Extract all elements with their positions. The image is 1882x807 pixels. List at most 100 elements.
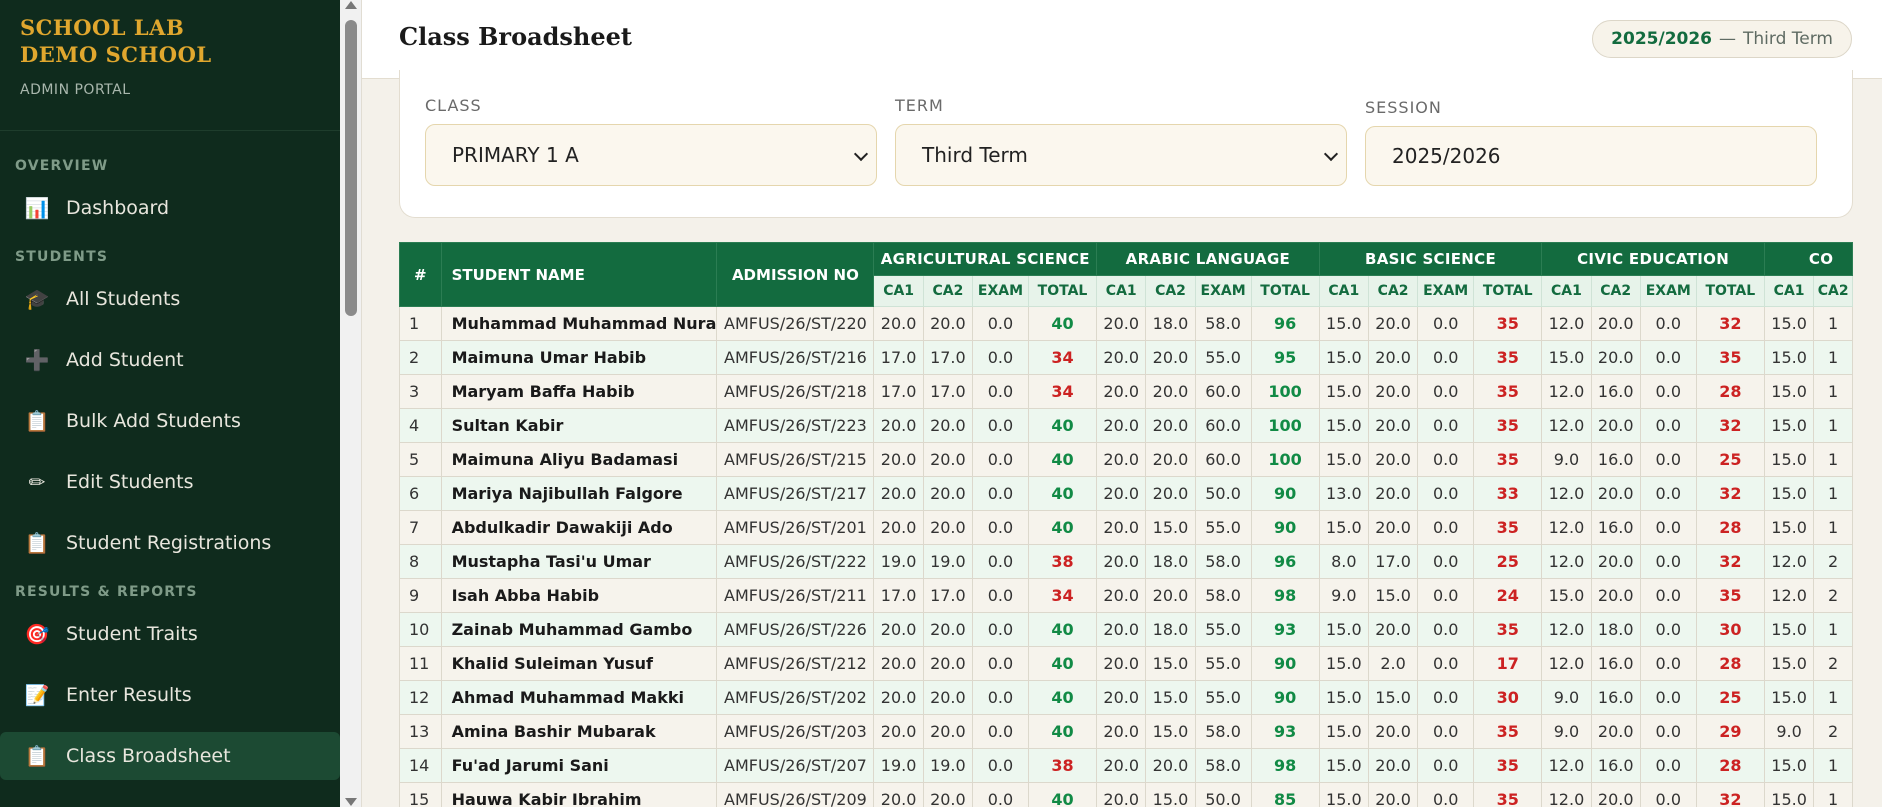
score-cell: 55.0 [1194,612,1252,647]
scroll-down-icon[interactable] [345,798,357,806]
score-cell: 12.0 [1541,476,1592,511]
total-cell: 35 [1473,340,1543,375]
sidebar-item-class-broadsheet[interactable]: 📋 Class Broadsheet [0,732,340,780]
table-row[interactable]: 7 Abdulkadir Dawakiji Ado AMFUS/26/ST/201 2… [399,510,1853,545]
sidebar-item-bulk-add-students[interactable]: 📋 Bulk Add Students [0,397,340,445]
sidebar-nav: OVERVIEW 📊 Dashboard STUDENTS 🎓 All Students ➕… [0,155,340,780]
score-cell: 0.0 [1639,578,1697,613]
score-cell: 19.0 [873,544,924,579]
row-number: 2 [399,340,442,375]
score-cell: 0.0 [1417,374,1475,409]
student-name: Muhammad Muhammad Nura [440,306,718,341]
score-cell: 0.0 [1417,578,1475,613]
total-cell: 35 [1473,714,1543,749]
table-row[interactable]: 13 Amina Bashir Mubarak AMFUS/26/ST/203 20.… [399,714,1853,749]
table-row[interactable]: 5 Maimuna Aliyu Badamasi AMFUS/26/ST/215 20… [399,442,1853,477]
page-scrollbar[interactable] [340,0,362,807]
score-cell: 20.0 [1096,782,1147,807]
table-row[interactable]: 14 Fu'ad Jarumi Sani AMFUS/26/ST/207 19.0 19… [399,748,1853,783]
score-cell: 1 [1813,476,1853,511]
score-cell: 12.0 [1541,374,1592,409]
table-row[interactable]: 12 Ahmad Muhammad Makki AMFUS/26/ST/202 20.… [399,680,1853,715]
table-row[interactable]: 8 Mustapha Tasi'u Umar AMFUS/26/ST/222 19.0… [399,544,1853,579]
sidebar-item-dashboard[interactable]: 📊 Dashboard [0,184,340,232]
total-cell: 28 [1695,510,1765,545]
term-filter-label: TERM [895,96,944,115]
session-input[interactable]: 2025/2026 [1365,126,1817,186]
score-cell: 0.0 [1417,306,1475,341]
score-subheader: CA1 [1541,275,1592,307]
total-cell: 35 [1473,510,1543,545]
sidebar-item-edit-students[interactable]: ✏ Edit Students [0,458,340,506]
index-header[interactable]: # [399,242,442,307]
table-row[interactable]: 9 Isah Abba Habib AMFUS/26/ST/211 17.0 17.0 0… [399,578,1853,613]
score-cell: 15.0 [1318,408,1369,443]
sidebar-item-enter-results[interactable]: 📝 Enter Results [0,671,340,719]
scroll-up-icon[interactable] [345,1,357,9]
score-cell: 1 [1813,782,1853,807]
class-select[interactable]: PRIMARY 1 A [425,124,877,186]
table-row[interactable]: 4 Sultan Kabir AMFUS/26/ST/223 20.0 20.0 0.0 4… [399,408,1853,443]
score-cell: 12.0 [1763,544,1815,579]
student-name: Maimuna Aliyu Badamasi [440,442,718,477]
scroll-thumb[interactable] [345,20,357,316]
table-row[interactable]: 1 Muhammad Muhammad Nura AMFUS/26/ST/220 20… [399,306,1853,341]
score-cell: 58.0 [1194,714,1252,749]
term-filter: TERM Third Term [895,96,1347,186]
student-name: Zainab Muhammad Gambo [440,612,718,647]
score-cell: 0.0 [1417,408,1475,443]
score-cell: 20.0 [873,646,924,681]
table-row[interactable]: 2 Maimuna Umar Habib AMFUS/26/ST/216 17.0 17… [399,340,1853,375]
student-name-header[interactable]: STUDENT NAME [440,242,718,307]
score-cell: 12.0 [1541,646,1592,681]
score-cell: 15.0 [1318,510,1369,545]
total-cell: 90 [1250,680,1320,715]
total-cell: 98 [1250,578,1320,613]
table-row[interactable]: 10 Zainab Muhammad Gambo AMFUS/26/ST/226 20… [399,612,1853,647]
score-cell: 0.0 [1417,714,1475,749]
score-cell: 15.0 [1763,510,1815,545]
score-cell: 15.0 [1763,408,1815,443]
score-cell: 20.0 [1096,714,1147,749]
student-name: Abdulkadir Dawakiji Ado [440,510,718,545]
score-cell: 20.0 [873,442,924,477]
score-cell: 1 [1813,408,1853,443]
score-cell: 20.0 [922,612,974,647]
page-title: Class Broadsheet [399,22,633,51]
score-cell: 16.0 [1590,442,1641,477]
score-cell: 20.0 [1145,408,1196,443]
score-cell: 2 [1813,578,1853,613]
student-name: Amina Bashir Mubarak [440,714,718,749]
total-cell: 25 [1695,680,1765,715]
broadsheet-table-wrap[interactable]: # STUDENT NAME ADMISSION NO AGRICULTURAL SC… [399,242,1853,807]
total-cell: 98 [1250,748,1320,783]
score-cell: 15.0 [1763,374,1815,409]
total-cell: 100 [1250,374,1320,409]
table-row[interactable]: 3 Maryam Baffa Habib AMFUS/26/ST/218 17.0 17… [399,374,1853,409]
sidebar-item-all-students[interactable]: 🎓 All Students [0,275,340,323]
table-row[interactable]: 11 Khalid Suleiman Yusuf AMFUS/26/ST/212 20… [399,646,1853,681]
total-cell: 35 [1473,612,1543,647]
score-cell: 1 [1813,510,1853,545]
sidebar-item-label: Enter Results [66,684,192,706]
score-cell: 20.0 [873,306,924,341]
score-cell: 50.0 [1194,476,1252,511]
score-cell: 20.0 [873,782,924,807]
table-row[interactable]: 6 Mariya Najibullah Falgore AMFUS/26/ST/21… [399,476,1853,511]
school-name-line1: SCHOOL LAB [20,15,185,40]
score-cell: 58.0 [1194,306,1252,341]
sidebar-item-student-traits[interactable]: 🎯 Student Traits [0,610,340,658]
chart-icon: 📊 [24,196,50,220]
score-cell: 15.0 [1318,714,1369,749]
score-cell: 18.0 [1145,612,1196,647]
score-cell: 0.0 [972,544,1029,579]
score-cell: 9.0 [1541,714,1592,749]
admission-no-header[interactable]: ADMISSION NO [716,242,875,307]
total-cell: 28 [1695,748,1765,783]
score-cell: 15.0 [1763,646,1815,681]
table-row[interactable]: 15 Hauwa Kabir Ibrahim AMFUS/26/ST/209 20.0… [399,782,1853,807]
sidebar-item-add-student[interactable]: ➕ Add Student [0,336,340,384]
sidebar-item-student-registrations[interactable]: 📋 Student Registrations [0,519,340,567]
term-select[interactable]: Third Term [895,124,1347,186]
row-number: 1 [399,306,442,341]
